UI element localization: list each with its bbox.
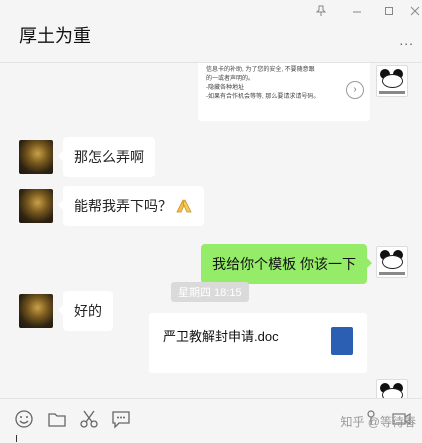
chat-icon[interactable] xyxy=(110,408,132,430)
emoji-icon[interactable] xyxy=(13,408,35,430)
maximize-icon[interactable] xyxy=(384,5,394,22)
avatar[interactable] xyxy=(376,65,408,97)
timestamp: 星期四 18:15 xyxy=(171,282,249,302)
avatar[interactable] xyxy=(19,294,53,328)
minimize-icon[interactable] xyxy=(352,5,362,22)
image-text-line: -隐藏各种地址 xyxy=(206,85,244,91)
image-text: 信息卡的补助, 为了您的安全, 不要随意跟 的一或者声明的。 -隐藏各种地址 -… xyxy=(206,66,346,102)
pin-icon[interactable] xyxy=(315,5,327,22)
message-bubble[interactable]: 那怎么弄啊 xyxy=(58,137,155,177)
folder-icon[interactable] xyxy=(46,408,68,430)
word-doc-icon xyxy=(331,327,353,355)
close-icon[interactable] xyxy=(410,5,420,22)
message-text: 能帮我弄下吗？ xyxy=(74,198,172,214)
image-text-line: 的一或者声明的。 xyxy=(206,76,255,82)
file-message[interactable]: 严卫教解封申请.doc xyxy=(149,313,367,373)
image-text-line: 信息卡的补助, 为了您的安全, 不要随意跟 xyxy=(206,67,315,73)
image-text-line: -如果有合作机会等等, 那么要请求请号码。 xyxy=(206,94,320,100)
scissors-icon[interactable] xyxy=(78,408,100,430)
chat-title: 厚土为重 xyxy=(19,26,91,46)
message-bubble[interactable]: 能帮我弄下吗？ xyxy=(58,186,204,226)
more-options-button[interactable]: ... xyxy=(399,32,414,48)
input-toolbar: 知乎 @等待春 xyxy=(0,398,422,443)
text-cursor xyxy=(16,435,17,442)
arrow-icon[interactable]: › xyxy=(346,81,364,99)
image-message[interactable]: 信息卡的补助, 为了您的安全, 不要随意跟 的一或者声明的。 -隐藏各种地址 -… xyxy=(198,63,370,121)
watermark: 知乎 @等待春 xyxy=(340,415,416,429)
avatar[interactable] xyxy=(376,246,408,278)
avatar[interactable] xyxy=(19,140,53,174)
chat-header: 厚土为重 ... xyxy=(0,0,422,63)
file-name: 严卫教解封申请.doc xyxy=(163,329,279,344)
folded-hands-icon xyxy=(176,199,192,213)
message-bubble[interactable]: 好的 xyxy=(58,291,113,331)
message-bubble[interactable]: 我给你个模板 你该一下 xyxy=(201,244,372,284)
avatar[interactable] xyxy=(19,189,53,223)
